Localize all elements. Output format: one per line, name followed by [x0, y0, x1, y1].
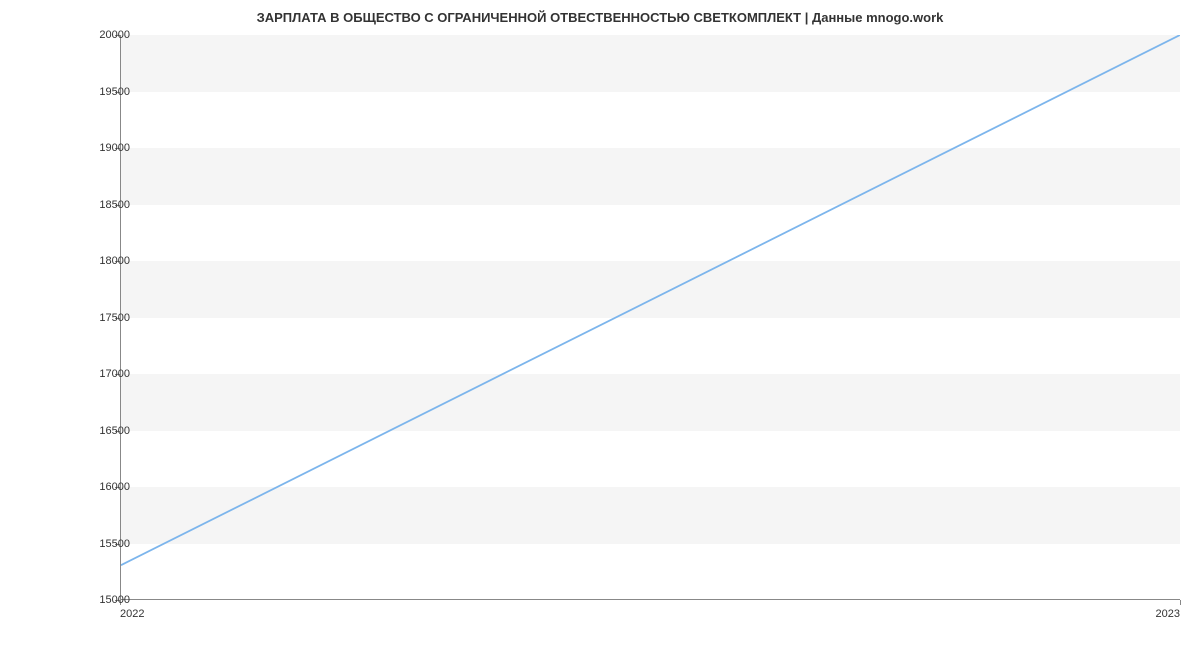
- x-tick-mark: [1180, 600, 1181, 605]
- y-axis-tick-label: 20000: [80, 29, 130, 41]
- x-axis-tick-label: 2023: [1156, 608, 1180, 620]
- plot-background: [120, 35, 1180, 600]
- y-axis-tick-label: 18500: [80, 199, 130, 211]
- y-axis-tick-label: 19000: [80, 142, 130, 154]
- y-axis-tick-label: 17000: [80, 368, 130, 380]
- chart-plot-area: [120, 35, 1180, 600]
- y-axis-tick-label: 15500: [80, 538, 130, 550]
- y-axis-tick-label: 19500: [80, 86, 130, 98]
- chart-title: ЗАРПЛАТА В ОБЩЕСТВО С ОГРАНИЧЕННОЙ ОТВЕС…: [0, 0, 1200, 30]
- y-axis-tick-label: 15000: [80, 594, 130, 606]
- y-axis-tick-label: 18000: [80, 255, 130, 267]
- line-series: [121, 35, 1180, 599]
- y-axis-tick-label: 16000: [80, 481, 130, 493]
- y-axis-tick-label: 16500: [80, 425, 130, 437]
- x-axis-tick-label: 2022: [120, 608, 144, 620]
- y-axis-tick-label: 17500: [80, 312, 130, 324]
